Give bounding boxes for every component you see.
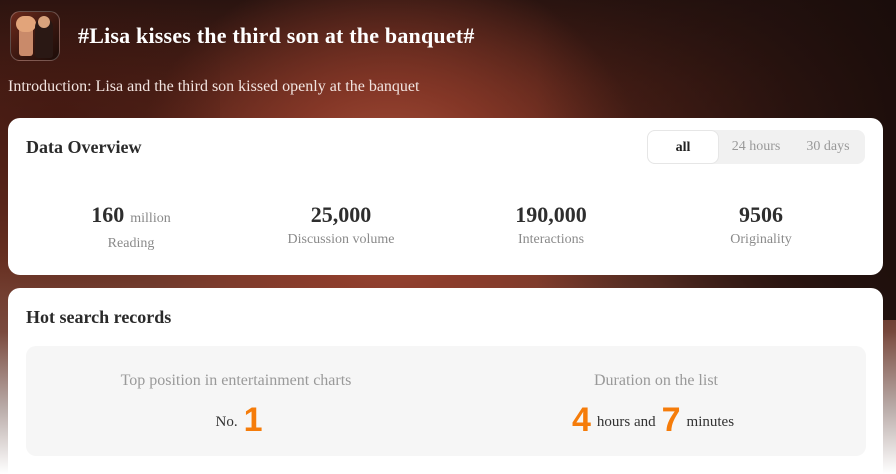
top-position-value: No. 1 — [26, 402, 446, 438]
time-range-tabs: all 24 hours 30 days — [647, 130, 865, 164]
stat-interactions-value: 190,000 — [515, 202, 587, 227]
tab-all[interactable]: all — [647, 130, 719, 164]
stat-reading-value-row: 160 million — [26, 202, 236, 232]
duration-record: Duration on the list 4 hours and 7 minut… — [446, 346, 866, 456]
hot-search-records-panel: Top position in entertainment charts No.… — [26, 346, 866, 456]
top-position-record: Top position in entertainment charts No.… — [26, 346, 446, 456]
duration-hours: 4 — [571, 401, 591, 439]
hot-search-card: Hot search records Top position in enter… — [8, 288, 883, 474]
rank-prefix: No. — [215, 413, 238, 430]
tab-24-hours[interactable]: 24 hours — [719, 130, 793, 164]
duration-value: 4 hours and 7 minutes — [446, 402, 866, 438]
duration-label: Duration on the list — [594, 372, 718, 389]
thumbnail-hair — [16, 16, 36, 32]
topic-header: #Lisa kisses the third son at the banque… — [10, 10, 475, 62]
tab-30-days[interactable]: 30 days — [793, 130, 863, 164]
top-position-label: Top position in entertainment charts — [120, 372, 352, 389]
stat-reading: 160 million Reading — [26, 202, 236, 254]
duration-minutes: 7 — [661, 401, 681, 439]
stat-interactions: 190,000 Interactions — [446, 202, 656, 250]
stat-interactions-label: Interactions — [517, 232, 585, 247]
stat-reading-value: 160 — [91, 202, 125, 227]
thumbnail-face — [38, 16, 50, 28]
stat-originality-label: Originality — [730, 232, 792, 247]
data-overview-title: Data Overview — [26, 137, 142, 157]
stat-reading-label: Reading — [107, 236, 155, 251]
stat-originality: 9506 Originality — [656, 202, 866, 250]
stat-discussion-value: 25,000 — [310, 202, 372, 227]
overview-stats: 160 million Reading 25,000 Discussion vol… — [26, 202, 866, 252]
duration-hours-text: hours and — [596, 413, 656, 430]
topic-introduction: Introduction: Lisa and the third son kis… — [8, 78, 420, 95]
stat-reading-unit: million — [130, 211, 171, 226]
hot-search-title: Hot search records — [26, 307, 172, 327]
topic-title: #Lisa kisses the third son at the banque… — [78, 23, 475, 48]
topic-thumbnail-image — [10, 11, 60, 61]
stat-originality-value: 9506 — [739, 202, 783, 227]
data-overview-card: Data Overview all 24 hours 30 days 160 mi… — [8, 118, 883, 275]
duration-minutes-text: minutes — [686, 413, 735, 430]
stat-discussion-label: Discussion volume — [287, 232, 395, 247]
rank-number: 1 — [243, 401, 263, 439]
stat-discussion-volume: 25,000 Discussion volume — [236, 202, 446, 250]
